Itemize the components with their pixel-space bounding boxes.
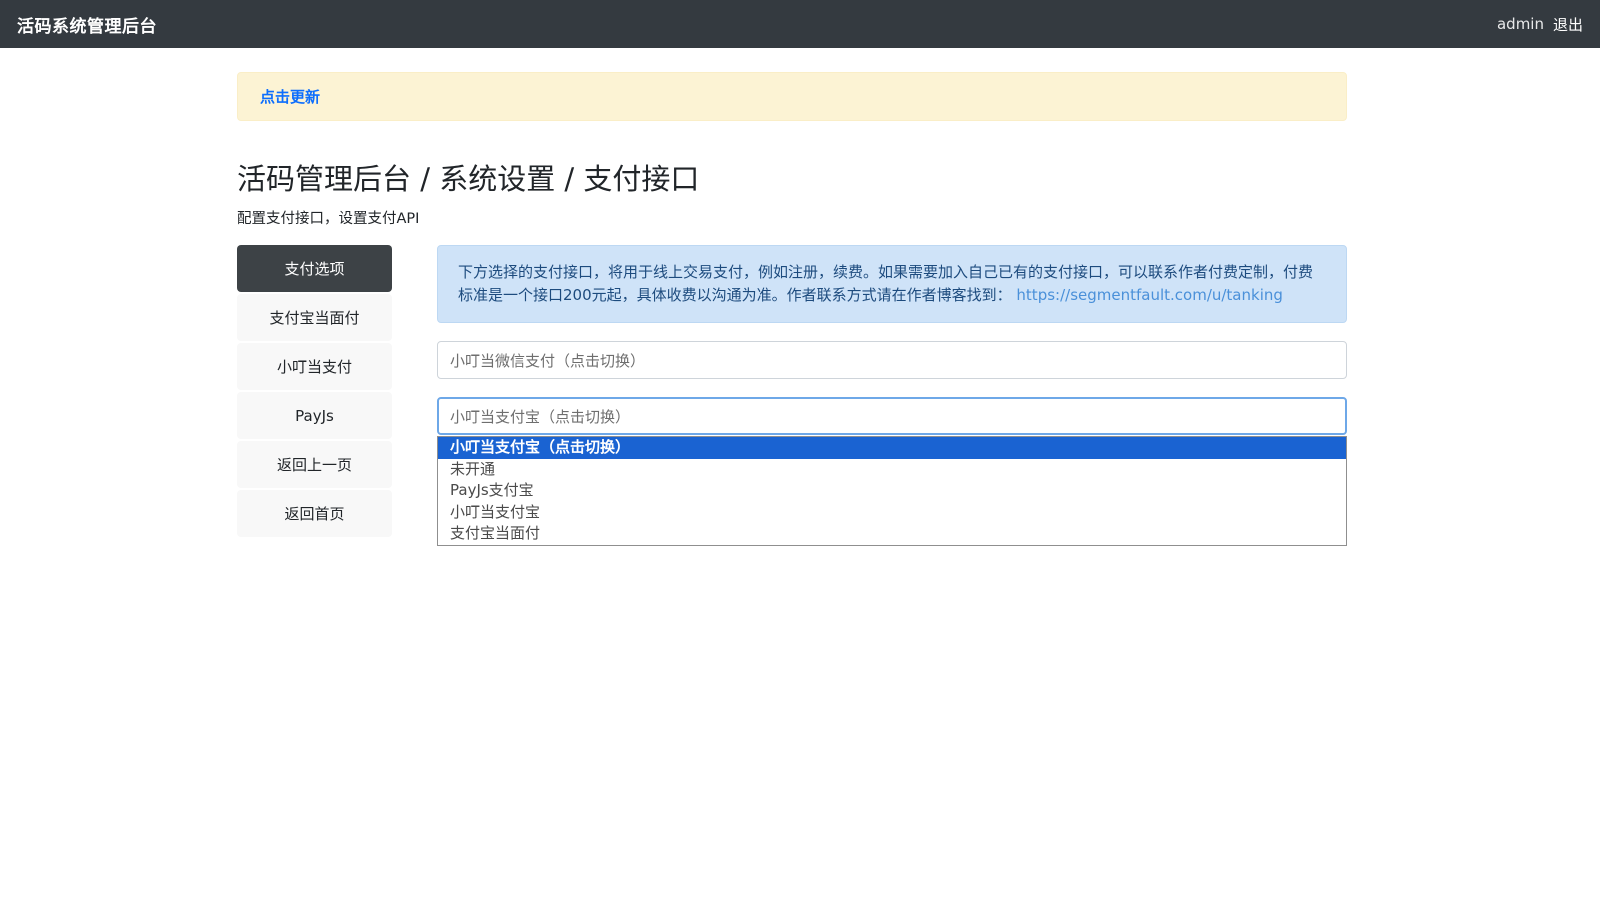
- update-alert: 点击更新: [237, 72, 1347, 121]
- sidebar-item-back-previous[interactable]: 返回上一页: [237, 441, 392, 488]
- logout-link[interactable]: 退出: [1553, 14, 1583, 35]
- app-brand[interactable]: 活码系统管理后台: [17, 12, 157, 37]
- author-blog-link[interactable]: https://segmentfault.com/u/tanking: [1016, 286, 1282, 304]
- sidebar-item-alipay-f2f[interactable]: 支付宝当面付: [237, 294, 392, 341]
- page-title: 活码管理后台 / 系统设置 / 支付接口: [237, 161, 1347, 197]
- top-navbar: 活码系统管理后台 admin 退出: [0, 0, 1600, 48]
- sidebar-item-back-home[interactable]: 返回首页: [237, 490, 392, 537]
- dropdown-option[interactable]: 支付宝当面付: [438, 523, 1346, 545]
- payment-info-box: 下方选择的支付接口，将用于线上交易支付，例如注册，续费。如果需要加入自己已有的支…: [437, 245, 1347, 323]
- dropdown-option[interactable]: 小叮当支付宝（点击切换）: [438, 437, 1346, 459]
- payment-sidebar: 支付选项 支付宝当面付 小叮当支付 PayJs 返回上一页 返回首页: [237, 245, 392, 539]
- settings-row: 支付选项 支付宝当面付 小叮当支付 PayJs 返回上一页 返回首页 下方选择的…: [237, 245, 1347, 546]
- alipay-select-dropdown: 小叮当支付宝（点击切换） 未开通 PayJs支付宝 小叮当支付宝 支付宝当面付: [437, 436, 1347, 546]
- sidebar-item-payment-options[interactable]: 支付选项: [237, 245, 392, 292]
- settings-content: 下方选择的支付接口，将用于线上交易支付，例如注册，续费。如果需要加入自己已有的支…: [437, 245, 1347, 546]
- user-menu[interactable]: admin: [1497, 15, 1544, 33]
- sidebar-item-xiaodingdang-pay[interactable]: 小叮当支付: [237, 343, 392, 390]
- update-link[interactable]: 点击更新: [260, 86, 320, 107]
- navbar-right: admin 退出: [1497, 14, 1583, 35]
- wechat-pay-select[interactable]: 小叮当微信支付（点击切换）: [437, 341, 1347, 379]
- dropdown-option[interactable]: PayJs支付宝: [438, 480, 1346, 502]
- sidebar-item-payjs[interactable]: PayJs: [237, 392, 392, 439]
- dropdown-option[interactable]: 小叮当支付宝: [438, 502, 1346, 524]
- page-container: 点击更新 活码管理后台 / 系统设置 / 支付接口 配置支付接口，设置支付API…: [237, 72, 1347, 546]
- page-subtitle: 配置支付接口，设置支付API: [237, 207, 1347, 228]
- dropdown-option[interactable]: 未开通: [438, 459, 1346, 481]
- alipay-select[interactable]: 小叮当支付宝（点击切换）: [437, 397, 1347, 435]
